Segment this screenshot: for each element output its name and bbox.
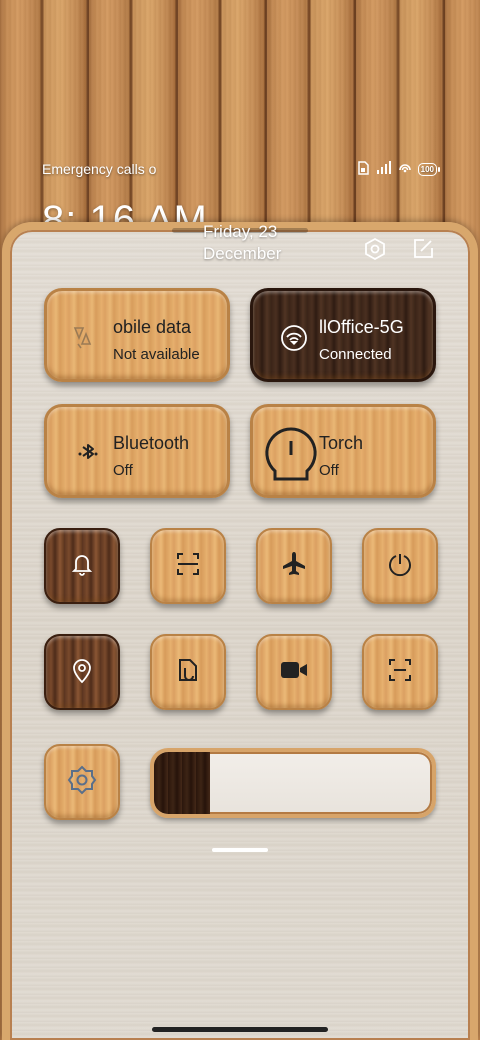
battery-icon: 100 xyxy=(417,162,440,176)
silent-toggle[interactable] xyxy=(44,528,120,604)
sim-icon xyxy=(356,160,370,178)
video-icon xyxy=(279,658,309,687)
bluetooth-title: Bluetooth xyxy=(113,433,190,453)
auto-brightness-button[interactable] xyxy=(44,744,120,820)
carrier-text: Emergency calls o xyxy=(42,161,157,177)
wifi-title: llOffice-5G xyxy=(319,317,404,337)
screenshot-icon xyxy=(174,656,202,689)
mobile-data-status: Not available xyxy=(113,346,200,363)
scan-icon xyxy=(174,550,202,583)
header-actions xyxy=(362,236,436,262)
gesture-nav-bar[interactable] xyxy=(152,1027,328,1032)
location-icon xyxy=(69,656,95,689)
status-bar: Emergency calls o 100 xyxy=(42,158,440,180)
mobile-data-icon xyxy=(69,319,107,357)
torch-icon xyxy=(263,425,319,485)
mobile-data-tile[interactable]: obile data Not available xyxy=(44,288,230,382)
wifi-status: Connected xyxy=(319,346,392,363)
screen-record-toggle[interactable] xyxy=(256,634,332,710)
mobile-data-title: obile data xyxy=(113,317,192,337)
wifi-tile[interactable]: llOffice-5G Connected xyxy=(250,288,436,382)
scanner-icon xyxy=(386,656,414,689)
date-line-2: December xyxy=(203,244,282,263)
status-icons: 100 xyxy=(356,160,440,178)
signal-icon xyxy=(376,160,392,178)
date-display[interactable]: Friday, 23 December xyxy=(203,221,281,265)
scan-toggle[interactable] xyxy=(150,528,226,604)
location-toggle[interactable] xyxy=(44,634,120,710)
lock-icon xyxy=(386,550,414,583)
wifi-icon xyxy=(275,319,313,357)
brightness-slider[interactable] xyxy=(150,748,436,818)
brightness-slider-fill xyxy=(154,752,210,814)
scanner-toggle[interactable] xyxy=(362,634,438,710)
date-line-1: Friday, 23 xyxy=(203,222,278,241)
battery-level: 100 xyxy=(417,162,437,176)
airplane-toggle[interactable] xyxy=(256,528,332,604)
bluetooth-status: Off xyxy=(113,462,133,479)
bell-icon xyxy=(69,551,95,582)
bluetooth-tile[interactable]: Bluetooth Off xyxy=(44,404,230,498)
torch-tile[interactable]: Torch Off xyxy=(250,404,436,498)
torch-title: Torch xyxy=(319,433,364,453)
settings-hex-icon[interactable] xyxy=(362,236,388,262)
screen-lock-toggle[interactable] xyxy=(362,528,438,604)
brightness-icon xyxy=(67,765,97,800)
edit-icon[interactable] xyxy=(410,236,436,262)
torch-status: Off xyxy=(319,462,339,479)
bluetooth-icon xyxy=(69,435,107,473)
panel-pull-handle[interactable] xyxy=(212,848,268,852)
hotspot-icon xyxy=(398,161,412,178)
airplane-icon xyxy=(280,550,308,583)
screenshot-toggle[interactable] xyxy=(150,634,226,710)
